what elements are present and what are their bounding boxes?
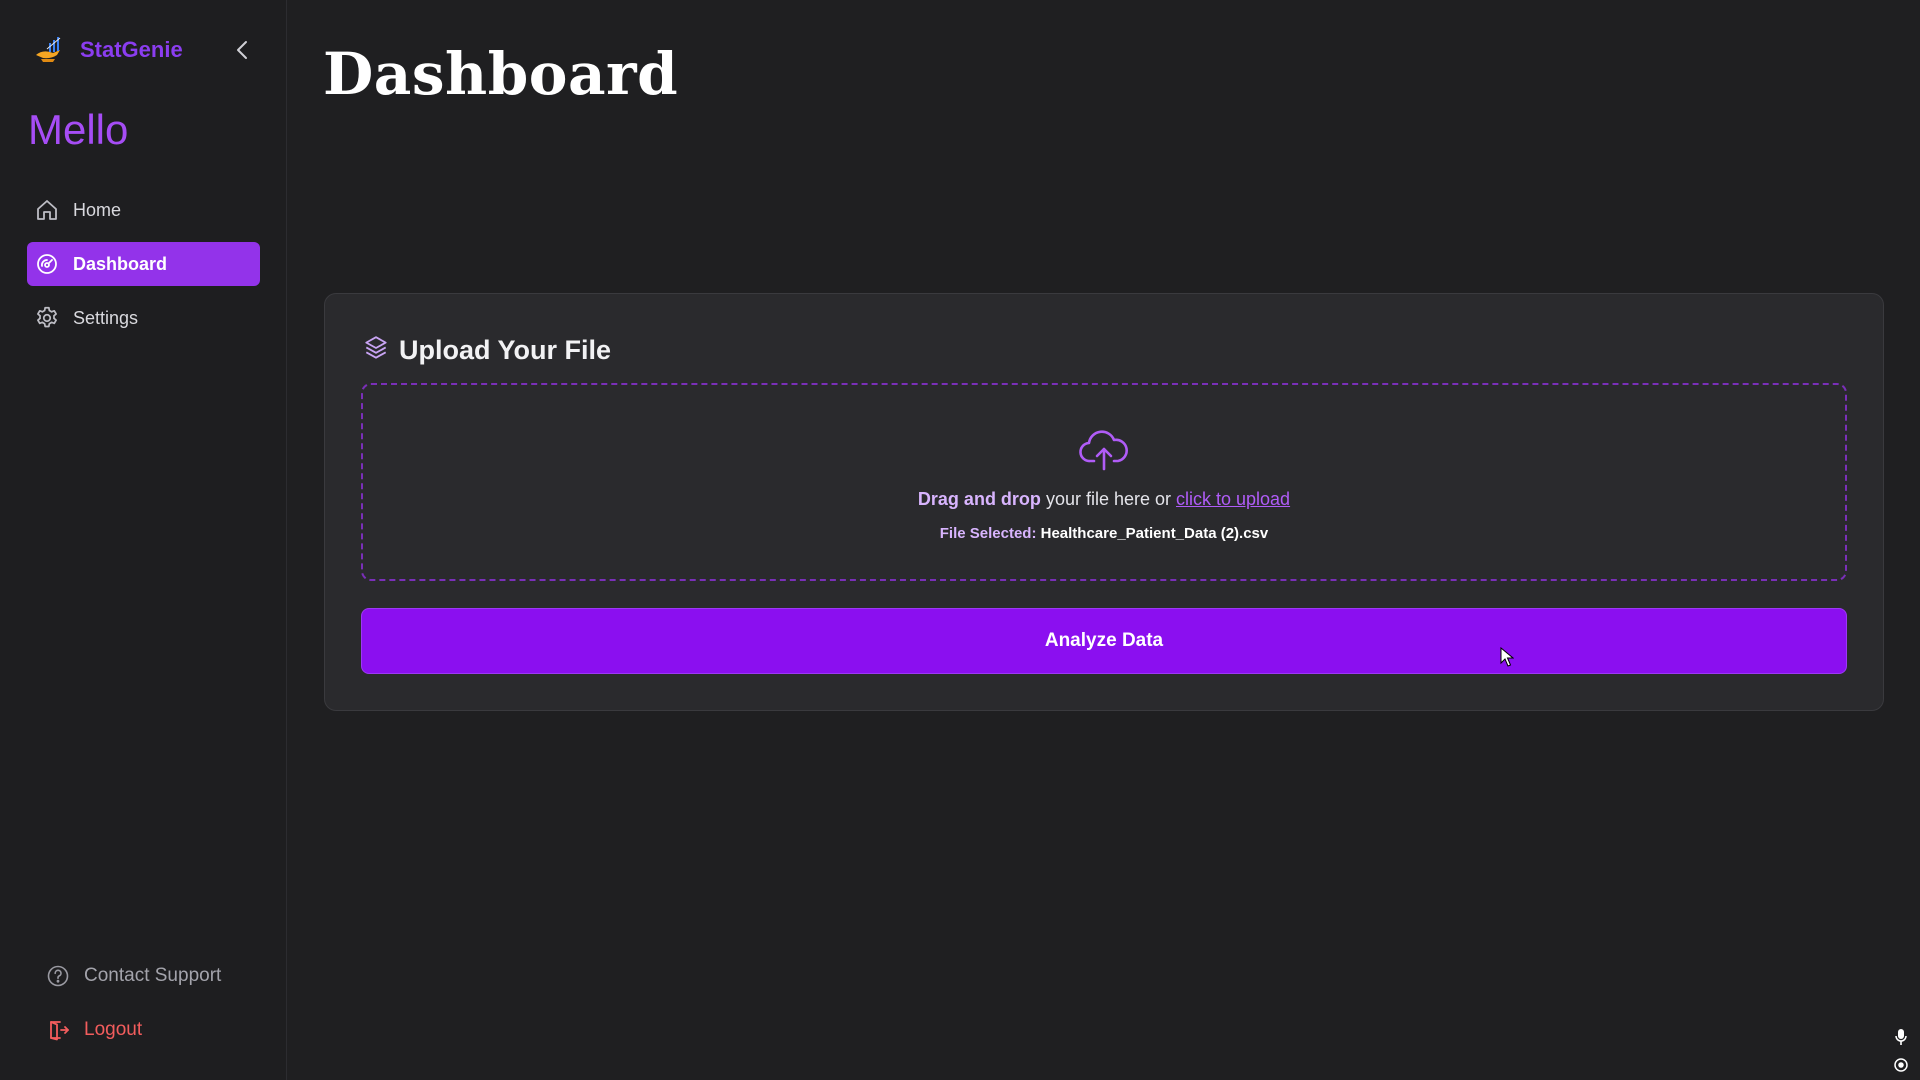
sidebar-item-logout[interactable]: Logout — [42, 1008, 262, 1052]
genie-lamp-logo-icon — [32, 32, 68, 68]
mouse-cursor-icon — [1500, 647, 1514, 667]
sidebar-item-label: Contact Support — [84, 965, 222, 986]
help-circle-icon — [44, 962, 72, 990]
upload-card-title: Upload Your File — [399, 335, 612, 365]
sidebar-item-home[interactable]: Home — [27, 188, 260, 232]
sidebar: StatGenie Mello Home Dashboard Settings … — [0, 0, 287, 1080]
file-selected-label: File Selected: — [939, 525, 1041, 542]
dropzone-instructions: Drag and drop your file here or click to… — [363, 489, 1845, 510]
brand-name: StatGenie — [80, 37, 183, 62]
app-window: StatGenie Mello Home Dashboard Settings … — [0, 0, 1920, 1080]
cloud-upload-icon — [1078, 429, 1130, 471]
sidebar-item-label: Home — [73, 199, 122, 220]
gear-icon — [33, 304, 61, 332]
drop-middle-text: your file here or — [1040, 489, 1176, 509]
file-dropzone[interactable]: Drag and drop your file here or click to… — [361, 383, 1847, 581]
sidebar-item-contact-support[interactable]: Contact Support — [42, 954, 262, 998]
microphone-icon[interactable] — [1892, 1028, 1910, 1046]
chevron-left-icon — [237, 41, 247, 59]
page-title: Dashboard — [323, 40, 679, 108]
brand[interactable]: StatGenie — [32, 32, 183, 68]
home-icon — [33, 196, 61, 224]
sidebar-item-label: Settings — [73, 307, 139, 328]
sidebar-bottom-nav: Contact Support Logout — [42, 954, 262, 1062]
upload-card: Upload Your File Drag and drop your file… — [324, 293, 1884, 711]
main-content: Dashboard Upload Your File Drag and drop… — [287, 0, 1920, 1080]
user-name: Mello — [28, 106, 129, 153]
sidebar-item-settings[interactable]: Settings — [27, 296, 260, 340]
corner-tools — [1892, 1018, 1912, 1074]
collapse-sidebar-button[interactable] — [228, 34, 256, 66]
target-icon[interactable] — [1892, 1056, 1910, 1074]
file-selected-line: File Selected: Healthcare_Patient_Data (… — [363, 525, 1845, 542]
click-to-upload-link[interactable]: click to upload — [1176, 489, 1290, 509]
analyze-data-button[interactable]: Analyze Data — [361, 608, 1847, 674]
sidebar-nav: Home Dashboard Settings — [27, 188, 260, 350]
sidebar-item-dashboard[interactable]: Dashboard — [27, 242, 260, 286]
layers-icon — [363, 334, 389, 367]
logout-icon — [44, 1016, 72, 1044]
drop-strong-text: Drag and drop — [917, 489, 1041, 509]
sidebar-item-label: Logout — [84, 1019, 143, 1040]
file-selected-name: Healthcare_Patient_Data (2).csv — [1040, 525, 1269, 542]
upload-card-header: Upload Your File — [363, 334, 611, 367]
gauge-icon — [33, 250, 61, 278]
sidebar-item-label: Dashboard — [73, 253, 168, 274]
